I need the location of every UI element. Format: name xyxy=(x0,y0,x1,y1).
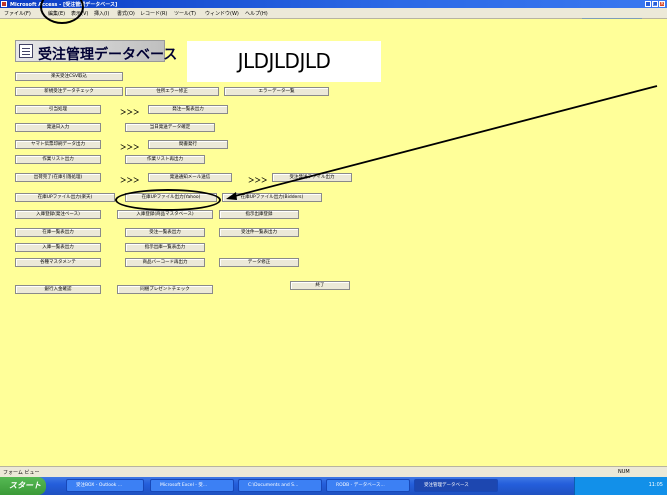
taskbar-item-explorer[interactable]: C:\Documents and S... xyxy=(238,479,322,492)
taskbar-item-rodb[interactable]: RODB - データベース... xyxy=(326,479,410,492)
num-lock-indicator: NUM xyxy=(618,469,630,475)
taskbar-item-outlook[interactable]: 受注BOX - Outlook ... xyxy=(66,479,144,492)
system-tray: 11:05 xyxy=(574,477,667,495)
taskbar: スタート 受注BOX - Outlook ... Microsoft Excel… xyxy=(0,477,667,495)
annotation-arrow-line xyxy=(230,85,658,198)
annotation-arrow xyxy=(226,85,658,200)
clock: 11:05 xyxy=(648,482,663,488)
start-button[interactable]: スタート xyxy=(0,477,46,495)
taskbar-item-excel[interactable]: Microsoft Excel - 受... xyxy=(150,479,234,492)
taskbar-item-access[interactable]: 受注管理データベース xyxy=(414,479,498,492)
annotation-arrow-head xyxy=(226,192,237,200)
status-text: フォーム ビュー xyxy=(3,470,40,476)
